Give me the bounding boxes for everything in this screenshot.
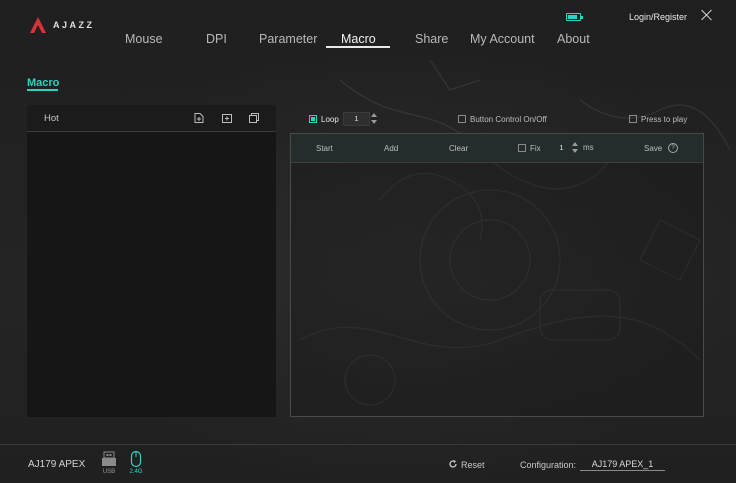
fix-delay-input[interactable]: 1 — [548, 141, 575, 155]
fix-delay-checkbox[interactable] — [518, 144, 526, 152]
app-window: AJAZZ Login/Register Mouse DPI Parameter… — [0, 0, 736, 483]
macro-list-panel: Hot — [27, 105, 276, 417]
loop-label: Loop — [321, 115, 339, 124]
tab-dpi[interactable]: DPI — [206, 32, 227, 46]
section-title: Macro — [27, 77, 60, 89]
tab-parameter[interactable]: Parameter — [259, 32, 317, 46]
brand-name: AJAZZ — [53, 20, 95, 30]
loop-count-stepper[interactable] — [371, 112, 377, 126]
battery-level — [568, 15, 578, 19]
tab-macro[interactable]: Macro — [341, 32, 376, 46]
active-tab-indicator — [326, 46, 390, 48]
reset-icon[interactable] — [448, 459, 458, 469]
configuration-select[interactable]: AJ179 APEX_1 — [580, 459, 665, 471]
macro-editor: Start Add Clear Fix 1 ms Save ? — [290, 133, 704, 417]
start-record-button[interactable]: Start — [316, 144, 333, 153]
help-icon[interactable]: ? — [668, 143, 678, 153]
tab-about[interactable]: About — [557, 32, 590, 46]
delay-unit-label: ms — [583, 143, 594, 152]
new-file-icon[interactable] — [193, 112, 205, 124]
login-register-link[interactable]: Login/Register — [629, 12, 687, 22]
button-control-label: Button Control On/Off — [470, 115, 547, 124]
copy-icon[interactable] — [248, 112, 260, 124]
fix-delay-label: Fix — [530, 144, 541, 153]
tab-mouse[interactable]: Mouse — [125, 32, 163, 46]
tab-share[interactable]: Share — [415, 32, 448, 46]
usb-label: USB — [102, 469, 116, 475]
press-to-play-checkbox[interactable] — [629, 115, 637, 123]
wireless-label: 2.4G — [129, 469, 143, 475]
usb-icon[interactable] — [99, 451, 119, 467]
configuration-label: Configuration: — [520, 460, 577, 470]
loop-checkbox[interactable] — [309, 115, 317, 123]
fix-delay-stepper[interactable] — [572, 141, 578, 155]
reset-button[interactable]: Reset — [461, 460, 485, 470]
macro-list-header: Hot — [27, 105, 276, 132]
clear-button[interactable]: Clear — [449, 144, 468, 153]
press-to-play-label: Press to play — [641, 115, 688, 124]
battery-icon — [566, 13, 583, 21]
button-control-checkbox[interactable] — [458, 115, 466, 123]
save-button[interactable]: Save — [644, 144, 662, 153]
macro-list-title: Hot — [44, 113, 59, 124]
close-icon[interactable] — [700, 8, 714, 22]
section-title-underline — [27, 89, 58, 91]
wireless-mouse-icon[interactable] — [126, 451, 146, 468]
macro-toolbar: Start Add Clear Fix 1 ms Save ? — [291, 134, 703, 163]
device-name: AJ179 APEX — [28, 459, 86, 470]
tab-my-account[interactable]: My Account — [470, 32, 535, 46]
import-folder-icon[interactable] — [221, 112, 233, 124]
footer-divider — [0, 444, 736, 445]
loop-count-input[interactable]: 1 — [343, 112, 370, 126]
add-button[interactable]: Add — [384, 144, 398, 153]
